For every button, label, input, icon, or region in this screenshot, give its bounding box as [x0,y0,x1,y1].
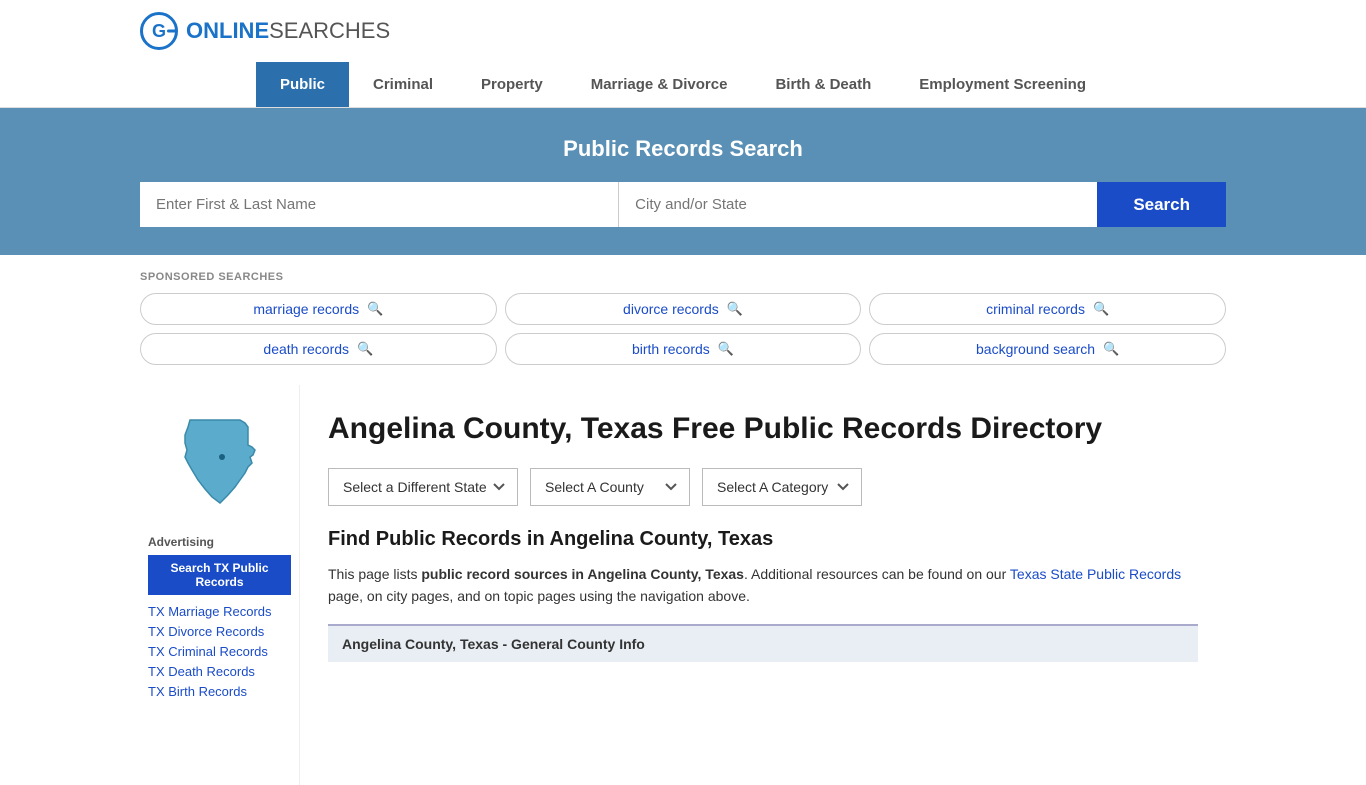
sponsored-marriage-label: marriage records [253,301,359,317]
find-description: This page lists public record sources in… [328,563,1198,608]
sponsored-criminal[interactable]: criminal records 🔍 [869,293,1226,325]
county-dropdown[interactable]: Select A County [530,468,690,506]
sidebar: Advertising Search TX Public Records TX … [140,385,300,785]
tx-birth-link[interactable]: TX Birth Records [148,684,247,699]
find-text-1: This page lists [328,566,421,582]
tx-divorce-link[interactable]: TX Divorce Records [148,624,264,639]
sponsored-background[interactable]: background search 🔍 [869,333,1226,365]
page-title: Angelina County, Texas Free Public Recor… [328,409,1198,448]
sponsored-grid: marriage records 🔍 divorce records 🔍 cri… [140,293,1226,365]
state-dropdown[interactable]: Select a Different State [328,468,518,506]
sponsored-divorce-label: divorce records [623,301,719,317]
logo-searches: SEARCHES [269,18,390,44]
search-icon-death: 🔍 [357,341,373,357]
hero-title: Public Records Search [140,136,1226,162]
texas-state-link[interactable]: Texas State Public Records [1010,566,1181,582]
advertising-label: Advertising [148,535,291,549]
search-button[interactable]: Search [1097,182,1226,227]
find-text-2: . Additional resources can be found on o… [744,566,1010,582]
sidebar-links: TX Marriage Records TX Divorce Records T… [148,603,291,699]
dropdowns-row: Select a Different State Select A County… [328,468,1198,506]
search-icon-criminal: 🔍 [1093,301,1109,317]
name-input[interactable] [140,182,619,227]
list-item: TX Death Records [148,663,291,679]
logo[interactable]: G ONLINE SEARCHES [140,12,390,50]
sponsored-background-label: background search [976,341,1095,357]
sponsored-section: SPONSORED SEARCHES marriage records 🔍 di… [0,255,1366,385]
list-item: TX Criminal Records [148,643,291,659]
find-title: Find Public Records in Angelina County, … [328,528,1198,551]
sponsored-birth[interactable]: birth records 🔍 [505,333,862,365]
logo-text: ONLINE SEARCHES [186,18,390,44]
search-bar: Search [140,182,1226,227]
nav-property[interactable]: Property [457,62,567,107]
list-item: TX Divorce Records [148,623,291,639]
logo-icon: G [140,12,178,50]
county-dot [219,454,225,460]
tx-criminal-link[interactable]: TX Criminal Records [148,644,268,659]
nav-public[interactable]: Public [256,62,349,107]
nav-criminal[interactable]: Criminal [349,62,457,107]
nav-employment[interactable]: Employment Screening [895,62,1110,107]
sponsored-label: SPONSORED SEARCHES [140,271,1226,283]
tx-marriage-link[interactable]: TX Marriage Records [148,604,272,619]
county-info-bar: Angelina County, Texas - General County … [328,624,1198,662]
logo-online: ONLINE [186,18,269,44]
list-item: TX Birth Records [148,683,291,699]
main-nav: Public Criminal Property Marriage & Divo… [0,62,1366,108]
tx-death-link[interactable]: TX Death Records [148,664,255,679]
sidebar-ad-section: Advertising Search TX Public Records TX … [140,535,299,699]
category-dropdown[interactable]: Select A Category [702,468,862,506]
find-text-3: page, on city pages, and on topic pages … [328,588,750,604]
nav-birth-death[interactable]: Birth & Death [751,62,895,107]
search-icon-divorce: 🔍 [727,301,743,317]
nav-marriage-divorce[interactable]: Marriage & Divorce [567,62,752,107]
texas-map-icon [170,415,270,515]
sponsored-marriage[interactable]: marriage records 🔍 [140,293,497,325]
main-content: Advertising Search TX Public Records TX … [0,385,1366,785]
search-icon-marriage: 🔍 [367,301,383,317]
sponsored-criminal-label: criminal records [986,301,1085,317]
page-content: Angelina County, Texas Free Public Recor… [300,385,1226,785]
sponsored-death[interactable]: death records 🔍 [140,333,497,365]
sponsored-death-label: death records [263,341,349,357]
search-tx-button[interactable]: Search TX Public Records [148,555,291,595]
search-icon-background: 🔍 [1103,341,1119,357]
texas-map-container [140,405,299,515]
sponsored-birth-label: birth records [632,341,710,357]
location-input[interactable] [619,182,1097,227]
site-header: G ONLINE SEARCHES [0,0,1366,62]
search-icon-birth: 🔍 [718,341,734,357]
hero-section: Public Records Search Search [0,108,1366,255]
find-text-bold: public record sources in Angelina County… [421,566,744,582]
sponsored-divorce[interactable]: divorce records 🔍 [505,293,862,325]
list-item: TX Marriage Records [148,603,291,619]
